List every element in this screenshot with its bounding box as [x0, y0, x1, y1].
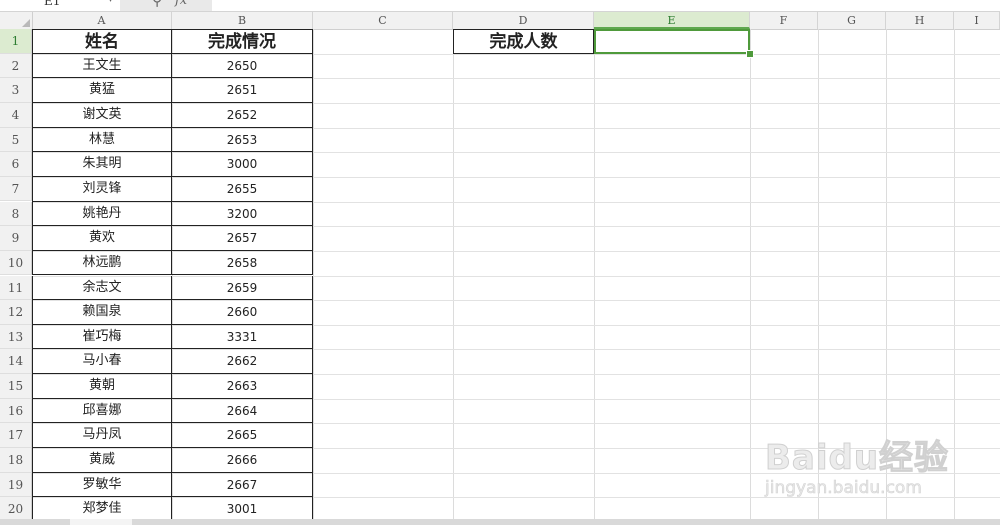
column-header-c[interactable]: C: [313, 12, 453, 29]
row-header-16[interactable]: 16: [0, 398, 32, 424]
cell-completion-value[interactable]: 2651: [172, 78, 313, 103]
spreadsheet-window: E1 ▾ ⚲ fx ABCDEFGHI 12345678910111213141…: [0, 0, 1000, 525]
cell-name[interactable]: 马丹凤: [32, 423, 172, 449]
cell-completion-value[interactable]: 3000: [172, 152, 313, 177]
cell-completion-value[interactable]: 3331: [172, 324, 313, 350]
cell-name[interactable]: 余志文: [32, 275, 172, 301]
column-header-b[interactable]: B: [172, 12, 313, 29]
row-header-7[interactable]: 7: [0, 176, 32, 202]
selected-cell-e1[interactable]: [594, 29, 750, 54]
row-header-10[interactable]: 10: [0, 250, 32, 276]
column-header-i[interactable]: I: [954, 12, 1000, 29]
cell-name[interactable]: 姚艳丹: [32, 201, 172, 227]
column-header-f[interactable]: F: [750, 12, 818, 29]
row-header-9[interactable]: 9: [0, 226, 32, 251]
cell-completion-value[interactable]: 2662: [172, 349, 313, 375]
cell-completion-value[interactable]: 2657: [172, 226, 313, 251]
cell-completion-value[interactable]: 2665: [172, 423, 313, 449]
horizontal-scrollbar[interactable]: [0, 519, 1000, 525]
cell-completion-value[interactable]: 2650: [172, 53, 313, 79]
cell-completion-value[interactable]: 3200: [172, 201, 313, 227]
baidu-watermark: Baidu经验 jingyan.baidu.com: [764, 418, 955, 508]
cell-completion-value[interactable]: 2667: [172, 472, 313, 498]
row-header-17[interactable]: 17: [0, 423, 32, 448]
formula-bar: E1 ▾ ⚲ fx: [0, 0, 1000, 12]
cell-name[interactable]: 邱喜娜: [32, 398, 172, 424]
row-header-18[interactable]: 18: [0, 448, 32, 473]
row-header-19[interactable]: 19: [0, 472, 32, 498]
row-header-5[interactable]: 5: [0, 127, 32, 153]
chevron-down-icon[interactable]: ▾: [108, 0, 113, 5]
cell-name[interactable]: 黄猛: [32, 78, 172, 103]
column-header-e[interactable]: E: [594, 12, 750, 29]
cell-d1-label[interactable]: 完成人数: [453, 29, 594, 54]
row-header-15[interactable]: 15: [0, 374, 32, 399]
cell-name[interactable]: 黄朝: [32, 374, 172, 399]
row-header-13[interactable]: 13: [0, 324, 32, 350]
cell-name[interactable]: 谢文英: [32, 102, 172, 128]
cell-a1-header-name[interactable]: 姓名: [32, 29, 172, 54]
cell-name[interactable]: 黄欢: [32, 226, 172, 251]
row-header-1[interactable]: 1: [0, 29, 32, 54]
cell-name[interactable]: 朱其明: [32, 152, 172, 177]
column-header-d[interactable]: D: [453, 12, 594, 29]
column-header-a[interactable]: A: [32, 12, 172, 29]
select-all-triangle-icon: [22, 19, 30, 27]
column-header-g[interactable]: G: [818, 12, 886, 29]
cell-completion-value[interactable]: 2655: [172, 176, 313, 202]
cell-name[interactable]: 马小春: [32, 349, 172, 375]
row-header-11[interactable]: 11: [0, 275, 32, 301]
function-area[interactable]: ⚲ fx: [120, 0, 212, 11]
row-header-6[interactable]: 6: [0, 152, 32, 177]
row-header-14[interactable]: 14: [0, 349, 32, 375]
column-header-h[interactable]: H: [886, 12, 954, 29]
cell-name[interactable]: 王文生: [32, 53, 172, 79]
cell-name[interactable]: 刘灵锋: [32, 176, 172, 202]
watermark-url: jingyan.baidu.com: [765, 478, 922, 499]
cell-name[interactable]: 林慧: [32, 127, 172, 153]
cell-name[interactable]: 崔巧梅: [32, 324, 172, 350]
cell-completion-value[interactable]: 2653: [172, 127, 313, 153]
watermark-logo: Baidu经验: [764, 438, 950, 479]
cell-name[interactable]: 黄威: [32, 448, 172, 473]
name-box[interactable]: E1 ▾: [0, 0, 118, 10]
cell-completion-value[interactable]: 2658: [172, 250, 313, 276]
select-all-corner[interactable]: [0, 12, 33, 29]
row-header-4[interactable]: 4: [0, 102, 32, 128]
cell-name[interactable]: 罗敏华: [32, 472, 172, 498]
cell-completion-value[interactable]: 2659: [172, 275, 313, 301]
cell-b1-header-completion[interactable]: 完成情况: [172, 29, 313, 54]
cell-completion-value[interactable]: 2652: [172, 102, 313, 128]
fill-handle[interactable]: [746, 50, 754, 58]
column-header-row: ABCDEFGHI: [0, 12, 1000, 30]
row-header-8[interactable]: 8: [0, 201, 32, 227]
fx-label[interactable]: fx: [175, 0, 187, 8]
cell-reference: E1: [44, 0, 61, 8]
cell-completion-value[interactable]: 2663: [172, 374, 313, 399]
cell-completion-value[interactable]: 2660: [172, 300, 313, 325]
cell-completion-value[interactable]: 2664: [172, 398, 313, 424]
cell-name[interactable]: 林远鹏: [32, 250, 172, 276]
cell-name[interactable]: 赖国泉: [32, 300, 172, 325]
scrollbar-thumb[interactable]: [70, 519, 132, 525]
row-header-12[interactable]: 12: [0, 300, 32, 325]
cell-completion-value[interactable]: 2666: [172, 448, 313, 473]
search-icon[interactable]: ⚲: [152, 0, 162, 9]
row-header-2[interactable]: 2: [0, 53, 32, 79]
row-header-3[interactable]: 3: [0, 78, 32, 103]
